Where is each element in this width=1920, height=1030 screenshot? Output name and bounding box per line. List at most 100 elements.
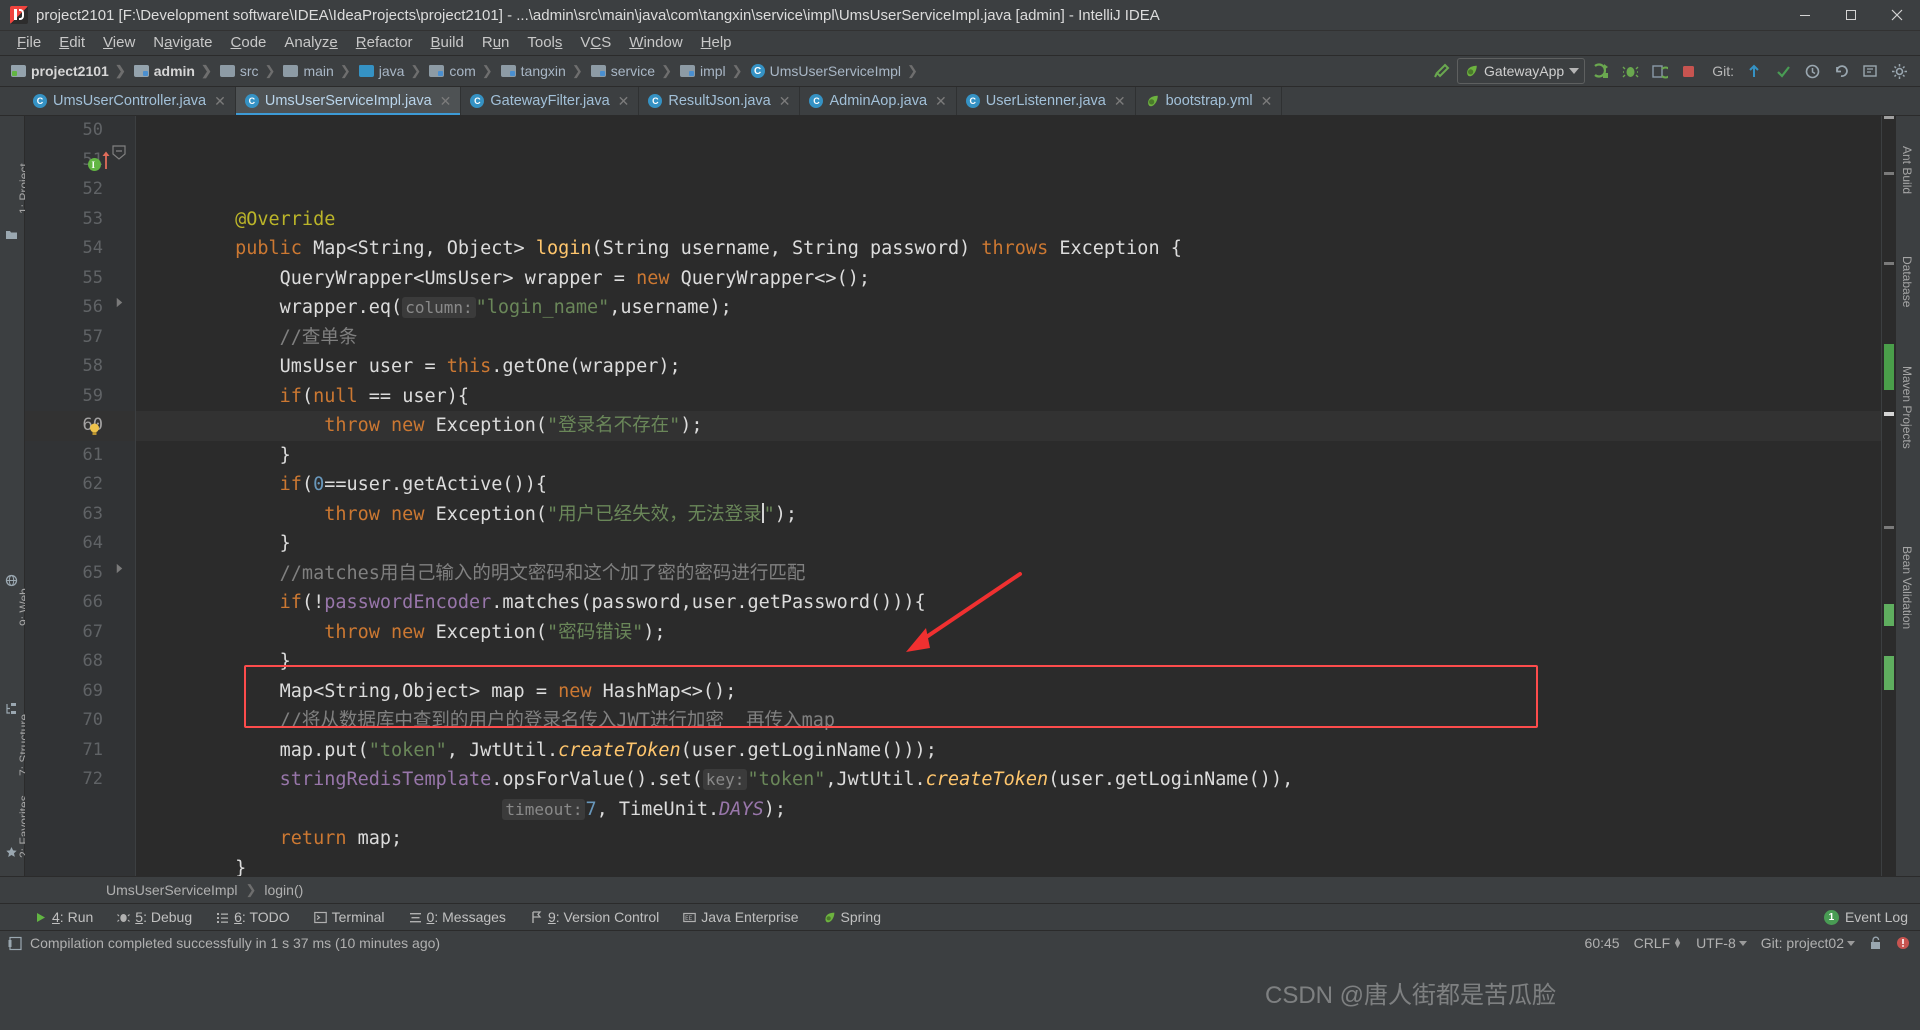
tool-window-run[interactable]: 4: Run <box>22 904 105 930</box>
code-line[interactable]: public Map<String, Object> login(String … <box>146 234 1881 264</box>
code-line[interactable]: QueryWrapper<UmsUser> wrapper = new Quer… <box>146 264 1881 294</box>
line-separator[interactable]: CRLF ▲ ▼ <box>1634 935 1682 951</box>
tool-window-todo[interactable]: 6: TODO <box>204 904 302 930</box>
tool-window-ant-build[interactable]: Ant Build <box>1900 146 1914 194</box>
build-hammer-icon[interactable] <box>1428 59 1454 83</box>
breadcrumb-java[interactable]: java ❯ <box>354 60 425 82</box>
breadcrumb-tangxin[interactable]: tangxin ❯ <box>496 60 586 82</box>
code-line[interactable]: wrapper.eq(column: "login_name",username)… <box>146 293 1881 323</box>
code-line[interactable]: throw new Exception("用户已经失效，无法登录 "); <box>146 500 1881 530</box>
code-line[interactable]: UmsUser user = this.getOne(wrapper); <box>146 352 1881 382</box>
error-stripe-markers[interactable] <box>1881 116 1896 876</box>
commit-icon[interactable] <box>1770 59 1796 83</box>
breadcrumb-admin[interactable]: admin ❯ <box>129 60 215 82</box>
run-configuration-selector[interactable]: GatewayApp <box>1457 58 1586 84</box>
tab-UserListenner[interactable]: C UserListenner.java ✕ <box>957 87 1136 115</box>
code-line[interactable]: //查单条 <box>146 323 1881 353</box>
inspections-icon[interactable] <box>1896 936 1910 950</box>
debug-icon[interactable] <box>1617 59 1643 83</box>
code-line[interactable]: map.put("token", JwtUtil.createToken(use… <box>146 736 1881 766</box>
tab-UmsUserController[interactable]: C UmsUserController.java ✕ <box>24 87 236 115</box>
tool-window-debug[interactable]: 5: Debug <box>105 904 204 930</box>
close-icon[interactable]: ✕ <box>440 93 452 110</box>
settings-gear-icon[interactable] <box>1886 59 1912 83</box>
menu-analyze[interactable]: Analyze <box>275 32 346 54</box>
close-icon[interactable]: ✕ <box>214 93 226 110</box>
caret-position[interactable]: 60:45 <box>1585 935 1620 951</box>
tool-window-terminal[interactable]: Terminal <box>302 904 397 930</box>
tool-window-maven[interactable]: Maven Projects <box>1900 366 1914 449</box>
breadcrumb-impl[interactable]: impl ❯ <box>675 60 746 82</box>
code-line[interactable]: } <box>146 529 1881 559</box>
breadcrumb-project2101[interactable]: project2101 ❯ <box>6 60 129 82</box>
code-line[interactable]: if(!passwordEncoder.matches(password,use… <box>146 588 1881 618</box>
close-icon[interactable]: ✕ <box>935 93 947 110</box>
implementing-method-icon[interactable]: I <box>87 153 102 171</box>
menu-build[interactable]: Build <box>421 32 472 54</box>
tool-window-java-enterprise[interactable]: EE Java Enterprise <box>671 904 810 930</box>
fold-collapse-icon[interactable] <box>112 142 126 172</box>
undo-icon[interactable] <box>1828 59 1854 83</box>
search-everywhere-icon[interactable] <box>1857 59 1883 83</box>
code-line[interactable]: } <box>146 854 1881 877</box>
override-arrow-icon[interactable] <box>101 150 111 170</box>
code-line[interactable]: @Override <box>146 205 1881 235</box>
tab-UmsUserServiceImpl[interactable]: C UmsUserServiceImpl.java ✕ <box>235 87 462 115</box>
encoding-selector[interactable]: UTF-8 <box>1696 935 1747 951</box>
menu-refactor[interactable]: Refactor <box>347 32 422 54</box>
tool-window-database[interactable]: Database <box>1900 256 1914 307</box>
breadcrumb-class-name[interactable]: UmsUserServiceImpl <box>106 882 237 898</box>
tool-window-version-control[interactable]: 9: Version Control <box>518 904 671 930</box>
fold-expand-icon[interactable] <box>114 289 125 319</box>
code-line[interactable]: } <box>146 441 1881 471</box>
close-icon[interactable]: ✕ <box>1261 93 1273 110</box>
menu-window[interactable]: Window <box>620 32 691 54</box>
tab-bootstrap-yml[interactable]: bootstrap.yml ✕ <box>1136 87 1283 115</box>
event-log-label[interactable]: Event Log <box>1845 909 1908 925</box>
menu-help[interactable]: Help <box>692 32 741 54</box>
breadcrumb-com[interactable]: com ❯ <box>424 60 495 82</box>
tool-window-spring[interactable]: Spring <box>811 904 893 930</box>
breadcrumb-class[interactable]: C UmsUserServiceImpl ❯ <box>746 60 921 82</box>
menu-view[interactable]: View <box>94 32 144 54</box>
code-line[interactable]: } <box>146 647 1881 677</box>
coverage-icon[interactable] <box>1646 59 1672 83</box>
menu-tools[interactable]: Tools <box>518 32 571 54</box>
breadcrumb-src[interactable]: src ❯ <box>215 60 279 82</box>
fold-expand-icon[interactable] <box>114 555 125 585</box>
menu-run[interactable]: Run <box>473 32 519 54</box>
close-icon[interactable]: ✕ <box>779 93 791 110</box>
run-icon[interactable] <box>1588 59 1614 83</box>
tab-ResultJson[interactable]: C ResultJson.java ✕ <box>639 87 801 115</box>
minimize-button[interactable] <box>1782 0 1828 30</box>
breadcrumb-service[interactable]: service ❯ <box>586 60 675 82</box>
tab-AdminAop[interactable]: C AdminAop.java ✕ <box>800 87 957 115</box>
code-line[interactable]: Map<String,Object> map = new HashMap<>()… <box>146 677 1881 707</box>
code-line[interactable]: stringRedisTemplate.opsForValue().set(ke… <box>146 765 1881 795</box>
close-icon[interactable]: ✕ <box>618 93 630 110</box>
code-line[interactable]: throw new Exception("密码错误"); <box>146 618 1881 648</box>
tool-window-messages[interactable]: 0: Messages <box>397 904 518 930</box>
code-line[interactable]: if(null == user){ <box>146 382 1881 412</box>
code-line[interactable]: return map; <box>146 824 1881 854</box>
intention-bulb-icon[interactable] <box>87 418 102 435</box>
menu-edit[interactable]: Edit <box>50 32 94 54</box>
code-editor[interactable]: @Override public Map<String, Object> log… <box>136 116 1881 876</box>
unlocked-icon[interactable] <box>1869 936 1882 950</box>
maximize-button[interactable] <box>1828 0 1874 30</box>
menu-file[interactable]: File <box>8 32 50 54</box>
git-branch-selector[interactable]: Git: project02 <box>1761 935 1855 951</box>
history-icon[interactable] <box>1799 59 1825 83</box>
menu-vcs[interactable]: VCS <box>571 32 620 54</box>
code-line[interactable]: //matches用自己输入的明文密码和这个加了密的密码进行匹配 <box>146 559 1881 589</box>
code-line[interactable]: if(0==user.getActive()){ <box>146 470 1881 500</box>
update-project-icon[interactable] <box>1741 59 1767 83</box>
close-icon[interactable]: ✕ <box>1114 93 1126 110</box>
code-line[interactable]: //将从数据库中查到的用户的登录名传入JWT进行加密 再传入map <box>146 706 1881 736</box>
menu-code[interactable]: Code <box>222 32 276 54</box>
close-button[interactable] <box>1874 0 1920 30</box>
breadcrumb-member-name[interactable]: login() <box>264 882 303 898</box>
stop-icon[interactable] <box>1675 59 1701 83</box>
menu-navigate[interactable]: Navigate <box>144 32 221 54</box>
tool-window-bean-validation[interactable]: Bean Validation <box>1900 546 1914 629</box>
